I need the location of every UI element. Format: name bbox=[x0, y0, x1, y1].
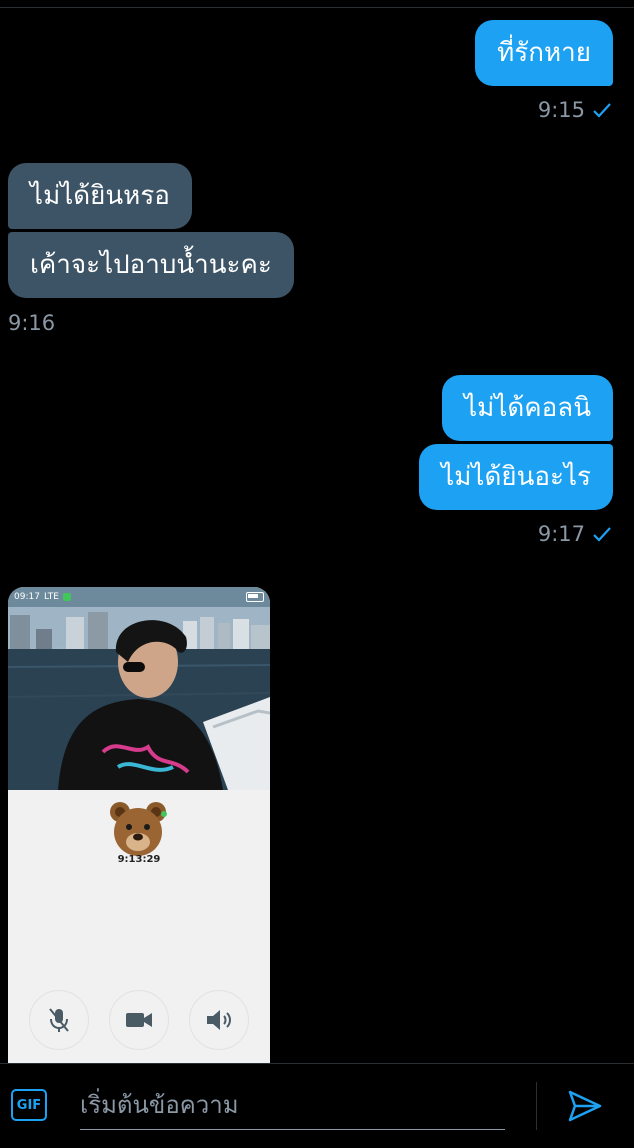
speaker-icon bbox=[207, 1010, 231, 1030]
mute-button[interactable] bbox=[29, 990, 89, 1050]
image-message[interactable]: 09:17 LTE 9:13:29 bbox=[8, 587, 270, 1064]
gif-label: GIF bbox=[16, 1097, 42, 1113]
send-button[interactable] bbox=[566, 1087, 604, 1125]
message-text: ไม่ได้คอลนิ bbox=[464, 393, 591, 423]
message-timestamp: 9:17 bbox=[538, 522, 611, 546]
speaker-button[interactable] bbox=[189, 990, 249, 1050]
incoming-message[interactable]: เค้าจะไปอาบน้ำนะคะ bbox=[8, 232, 294, 298]
mic-off-icon bbox=[49, 1008, 69, 1032]
bear-avatar-icon bbox=[110, 802, 167, 856]
battery-icon bbox=[246, 592, 264, 602]
timestamp-text: 9:16 bbox=[8, 311, 56, 335]
call-timer: 9:13:29 bbox=[117, 854, 161, 865]
send-icon bbox=[568, 1090, 602, 1122]
call-controls-area: 9:13:29 bbox=[8, 790, 270, 1064]
message-text: เค้าจะไปอาบน้ำนะคะ bbox=[30, 250, 272, 280]
city-riverside-photo bbox=[8, 607, 270, 790]
message-text: ไม่ได้ยินอะไร bbox=[441, 462, 591, 492]
message-timestamp: 9:15 bbox=[538, 98, 611, 122]
composer-divider bbox=[0, 1063, 634, 1064]
message-input[interactable] bbox=[80, 1080, 505, 1130]
message-timestamp: 9:16 bbox=[8, 311, 55, 335]
outgoing-message[interactable]: ไม่ได้คอลนิ bbox=[442, 375, 613, 441]
gif-button[interactable]: GIF bbox=[11, 1089, 47, 1121]
composer-separator bbox=[536, 1082, 537, 1130]
video-call-photo bbox=[8, 607, 270, 790]
video-icon bbox=[126, 1013, 152, 1027]
header-divider bbox=[0, 7, 634, 8]
timestamp-text: 9:17 bbox=[537, 522, 585, 546]
dm-conversation: ที่รักหาย 9:15 ไม่ได้ยินหรอ เค้าจะไปอาบน… bbox=[0, 0, 634, 1148]
app-notification-icon bbox=[62, 593, 71, 601]
video-button[interactable] bbox=[109, 990, 169, 1050]
outgoing-message[interactable]: ไม่ได้ยินอะไร bbox=[419, 444, 613, 510]
incoming-message[interactable]: ไม่ได้ยินหรอ bbox=[8, 163, 192, 229]
message-text: ไม่ได้ยินหรอ bbox=[30, 181, 170, 211]
phone-status-bar: 09:17 LTE bbox=[8, 587, 270, 607]
message-text: ที่รักหาย bbox=[497, 38, 591, 68]
timestamp-text: 9:15 bbox=[537, 98, 585, 122]
sent-check-icon bbox=[593, 103, 611, 118]
status-time: 09:17 bbox=[14, 592, 40, 602]
outgoing-message[interactable]: ที่รักหาย bbox=[475, 20, 613, 86]
sent-check-icon bbox=[593, 527, 611, 542]
status-network: LTE bbox=[43, 592, 59, 602]
